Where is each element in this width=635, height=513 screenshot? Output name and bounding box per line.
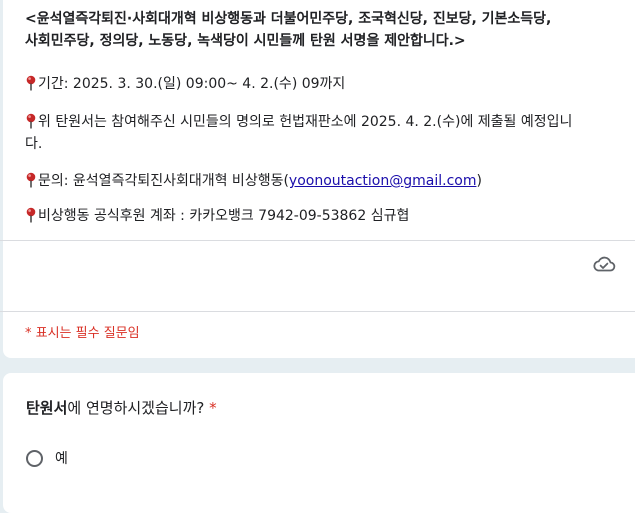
- info-submit-cont: 다.: [25, 136, 43, 152]
- option-yes[interactable]: 예: [26, 446, 68, 470]
- info-submit: 위 탄원서는 참여해주신 시민들의 명의로 헌법재판소에 2025. 4. 2.…: [25, 111, 572, 133]
- radio-button[interactable]: [26, 449, 43, 467]
- info-account-text: 비상행동 공식후원 계좌 : 카카오뱅크 7942-09-53862 심규협: [38, 208, 410, 224]
- required-asterisk: *: [204, 399, 217, 417]
- contact-prefix: 문의: 윤석열즉각퇴진사회대개혁 비상행동(: [38, 173, 289, 189]
- question-bold: 탄원서: [26, 399, 68, 417]
- option-yes-label: 예: [55, 451, 68, 467]
- pushpin-icon: [25, 75, 37, 91]
- intro-line-2: 사회민주당, 정의당, 노동당, 녹색당이 시민들께 탄원 서명을 제안합니다.…: [25, 33, 466, 49]
- intro-line-1: <윤석열즉각퇴진·사회대개혁 비상행동과 더불어민주당, 조국혁신당, 진보당,…: [25, 11, 552, 27]
- question-text: 에 연명하시겠습니까?: [67, 399, 205, 417]
- pushpin-icon: [25, 113, 37, 129]
- info-submit-text: 위 탄원서는 참여해주신 시민들의 명의로 헌법재판소에 2025. 4. 2.…: [38, 114, 573, 130]
- info-account: 비상행동 공식후원 계좌 : 카카오뱅크 7942-09-53862 심규협: [25, 205, 409, 227]
- question-title: 탄원서에 연명하시겠습니까? *: [26, 397, 217, 418]
- info-period-text: 기간: 2025. 3. 30.(일) 09:00~ 4. 2.(수) 09까지: [38, 76, 346, 92]
- cloud-saved-icon[interactable]: [592, 254, 616, 274]
- pushpin-icon: [25, 172, 37, 188]
- divider: [0, 240, 635, 241]
- info-period: 기간: 2025. 3. 30.(일) 09:00~ 4. 2.(수) 09까지: [25, 73, 345, 95]
- question-card: [3, 373, 635, 513]
- required-note: * 표시는 필수 질문임: [25, 326, 140, 341]
- pushpin-icon: [25, 207, 37, 223]
- contact-email-link[interactable]: yoonoutaction@gmail.com: [289, 173, 477, 189]
- divider: [0, 311, 635, 312]
- contact-suffix: ): [476, 173, 482, 189]
- info-contact: 문의: 윤석열즉각퇴진사회대개혁 비상행동(yoonoutaction@gmai…: [25, 170, 482, 192]
